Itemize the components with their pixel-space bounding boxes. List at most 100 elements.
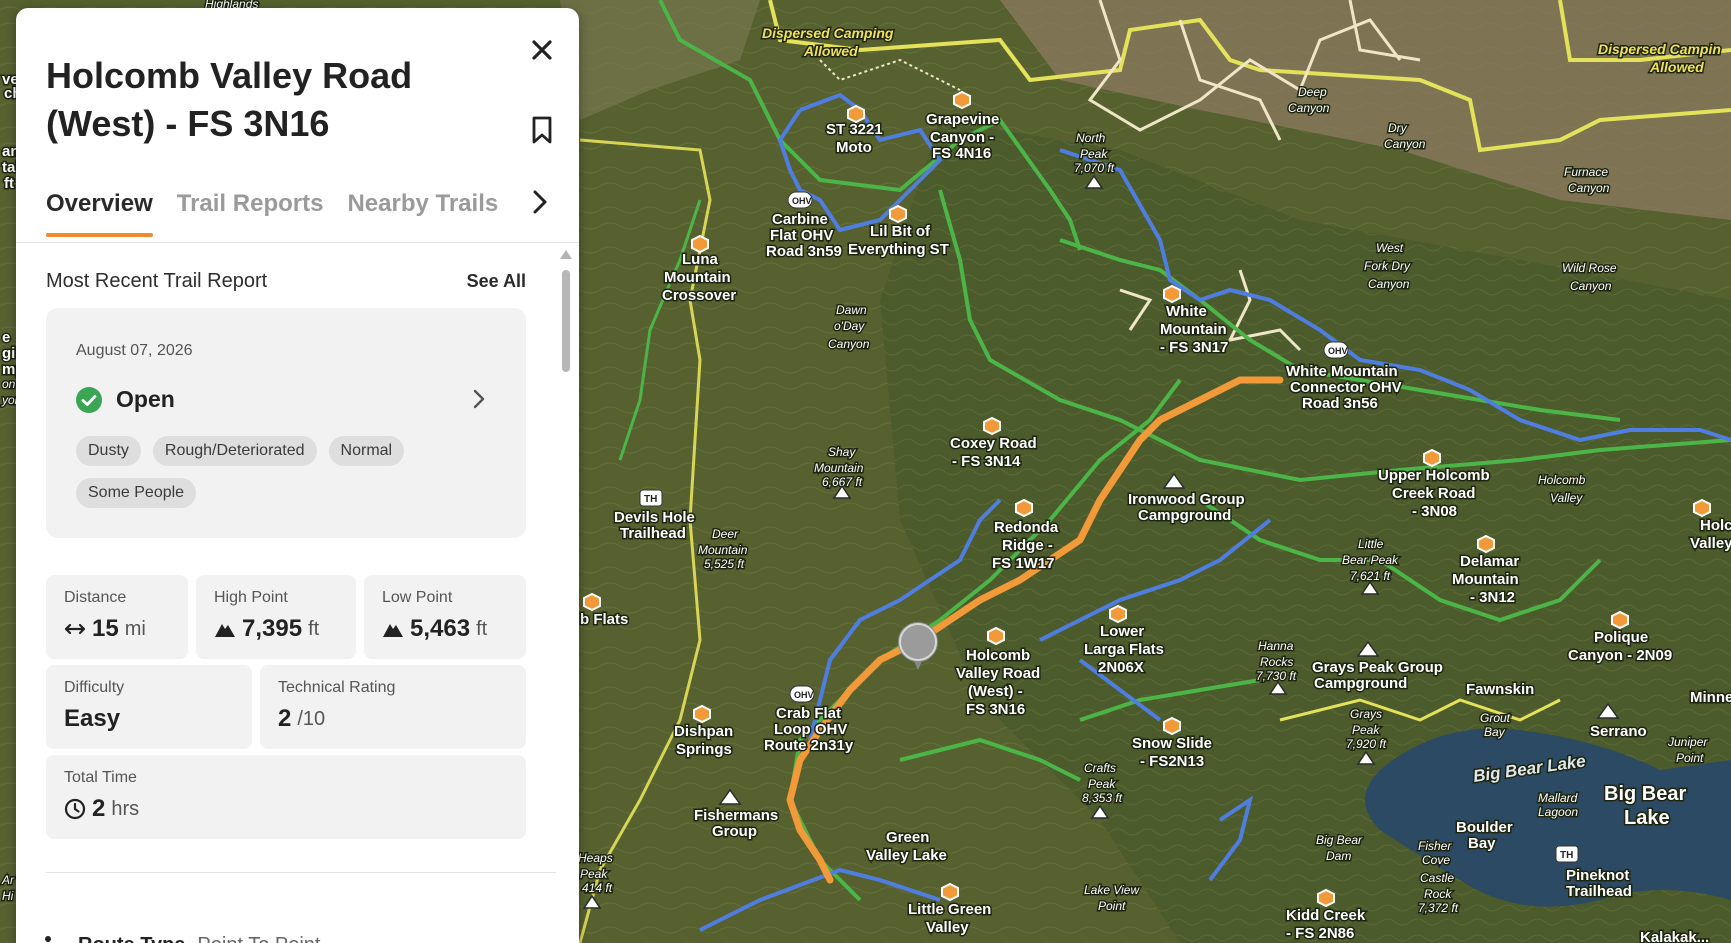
- svg-text:Big Bear: Big Bear: [1316, 833, 1363, 847]
- stat-total-time: Total Time 2 hrs: [46, 755, 526, 839]
- svg-text:FS 4N16: FS 4N16: [932, 145, 991, 162]
- svg-text:Lagoon: Lagoon: [1538, 805, 1578, 819]
- chevron-right-icon: [533, 190, 547, 214]
- tab-overview[interactable]: Overview: [46, 176, 153, 240]
- svg-text:Holcomb: Holcomb: [1538, 473, 1586, 487]
- svg-text:b Flats: b Flats: [580, 611, 628, 628]
- svg-text:Little: Little: [1358, 537, 1384, 551]
- mountain-icon: [215, 624, 235, 637]
- bookmark-button[interactable]: [526, 112, 558, 148]
- svg-text:Kalakak...: Kalakak...: [1640, 929, 1709, 943]
- svg-text:Grays Peak Group: Grays Peak Group: [1312, 659, 1443, 676]
- stat-label: High Point: [214, 589, 288, 606]
- svg-text:Road 3n59: Road 3n59: [766, 243, 842, 260]
- svg-text:Dispersed Campin: Dispersed Campin: [1598, 41, 1721, 57]
- scrollbar[interactable]: [560, 248, 572, 928]
- stat-high-point: High Point 7,395 ft: [196, 575, 356, 659]
- svg-text:Delamar: Delamar: [1460, 553, 1519, 570]
- svg-text:Luna: Luna: [682, 251, 718, 268]
- tab-nearby-trails[interactable]: Nearby Trails: [347, 176, 498, 240]
- svg-text:Ar: Ar: [1, 873, 15, 887]
- tabs-scroll-right-button[interactable]: [522, 182, 558, 222]
- svg-text:TH: TH: [1560, 850, 1573, 861]
- svg-text:Canyon -: Canyon -: [930, 129, 994, 146]
- svg-text:Canyon: Canyon: [1368, 277, 1410, 291]
- svg-text:7,372 ft: 7,372 ft: [1418, 901, 1459, 915]
- svg-text:ST 3221: ST 3221: [826, 121, 883, 138]
- svg-text:Snow Slide: Snow Slide: [1132, 735, 1212, 752]
- svg-text:Hanna: Hanna: [1258, 639, 1294, 653]
- svg-text:Grays: Grays: [1350, 707, 1382, 721]
- arrows-horizontal-icon: [64, 623, 86, 635]
- svg-text:Fawnskin: Fawnskin: [1466, 681, 1534, 698]
- svg-text:Grout: Grout: [1480, 711, 1511, 725]
- svg-text:Cove: Cove: [1422, 853, 1450, 867]
- svg-text:Route 2n31y: Route 2n31y: [764, 737, 854, 754]
- close-button[interactable]: [526, 34, 558, 66]
- svg-text:Mountain: Mountain: [1160, 321, 1227, 338]
- tag-chip: Some People: [76, 478, 197, 508]
- svg-text:Canyon: Canyon: [1570, 279, 1612, 293]
- svg-text:- FS2N13: - FS2N13: [1140, 753, 1204, 770]
- svg-text:Canyon: Canyon: [828, 337, 870, 351]
- svg-text:Bay: Bay: [1484, 725, 1506, 739]
- svg-text:Fishermans: Fishermans: [694, 807, 778, 824]
- svg-text:Crab Flat: Crab Flat: [776, 705, 841, 722]
- tag-chip: Dusty: [76, 436, 141, 466]
- svg-text:Mallard: Mallard: [1538, 791, 1578, 805]
- svg-text:TH: TH: [644, 494, 657, 505]
- svg-text:Polique: Polique: [1594, 629, 1648, 646]
- stat-value: 7,395 ft: [214, 615, 319, 643]
- svg-text:7,920 ft: 7,920 ft: [1346, 737, 1387, 751]
- stat-distance: Distance 15 mi: [46, 575, 188, 659]
- svg-text:Deer: Deer: [712, 527, 739, 541]
- svg-text:Everything ST: Everything ST: [848, 241, 949, 258]
- svg-text:5,525 ft: 5,525 ft: [704, 557, 745, 571]
- svg-text:Road 3n56: Road 3n56: [1302, 395, 1378, 412]
- section-divider: [46, 872, 556, 873]
- svg-text:Wild Rose: Wild Rose: [1562, 261, 1617, 275]
- svg-text:Point: Point: [1676, 751, 1704, 765]
- close-icon: [532, 40, 552, 60]
- svg-text:Canyon: Canyon: [1384, 137, 1426, 151]
- report-date: August 07, 2026: [76, 342, 193, 359]
- svg-text:Springs: Springs: [676, 741, 732, 758]
- svg-text:FS 3N16: FS 3N16: [966, 701, 1025, 718]
- svg-text:North: North: [1076, 131, 1106, 145]
- svg-text:Fork Dry: Fork Dry: [1364, 259, 1411, 273]
- report-chevron[interactable]: [472, 388, 486, 415]
- route-type-label: Route Type: [78, 934, 185, 943]
- stat-value: 15 mi: [64, 615, 146, 643]
- svg-text:Peak: Peak: [580, 867, 608, 881]
- svg-text:Rock: Rock: [1424, 887, 1452, 901]
- svg-text:Shay: Shay: [828, 445, 856, 459]
- tab-trail-reports[interactable]: Trail Reports: [177, 176, 324, 240]
- route-type-row: Route Type Point To Point: [44, 934, 320, 943]
- see-all-link[interactable]: See All: [467, 271, 526, 292]
- trail-report-card[interactable]: August 07, 2026 Open Dusty Rough/Deterio…: [46, 308, 526, 538]
- svg-text:Grapevine: Grapevine: [926, 111, 999, 128]
- svg-text:Trailhead: Trailhead: [1566, 883, 1632, 900]
- stat-label: Technical Rating: [278, 679, 396, 696]
- svg-text:OHV: OHV: [792, 196, 812, 206]
- svg-text:Connector OHV: Connector OHV: [1290, 379, 1402, 396]
- svg-text:West: West: [1376, 241, 1404, 255]
- trail-detail-panel: Holcomb Valley Road (West) - FS 3N16 Ove…: [16, 8, 579, 943]
- svg-text:Kidd Creek: Kidd Creek: [1286, 907, 1366, 924]
- scrollbar-thumb[interactable]: [562, 270, 570, 372]
- svg-text:Trailhead: Trailhead: [620, 525, 686, 542]
- svg-text:- FS 2N86: - FS 2N86: [1286, 925, 1354, 942]
- svg-text:Point: Point: [1098, 899, 1126, 913]
- svg-text:Allowed: Allowed: [803, 43, 858, 59]
- svg-text:Canyon: Canyon: [1288, 101, 1330, 115]
- svg-text:Valley Lake: Valley Lake: [866, 847, 947, 864]
- scroll-up-arrow[interactable]: [560, 250, 572, 259]
- svg-text:Dam: Dam: [1326, 849, 1351, 863]
- svg-text:Boulder: Boulder: [1456, 819, 1513, 836]
- svg-text:Redonda: Redonda: [994, 519, 1059, 536]
- svg-text:- 3N08: - 3N08: [1412, 503, 1457, 520]
- svg-text:Valley: Valley: [926, 919, 969, 936]
- svg-text:2N06X: 2N06X: [1098, 659, 1144, 676]
- svg-text:White: White: [1166, 303, 1207, 320]
- svg-text:Dawn: Dawn: [836, 303, 867, 317]
